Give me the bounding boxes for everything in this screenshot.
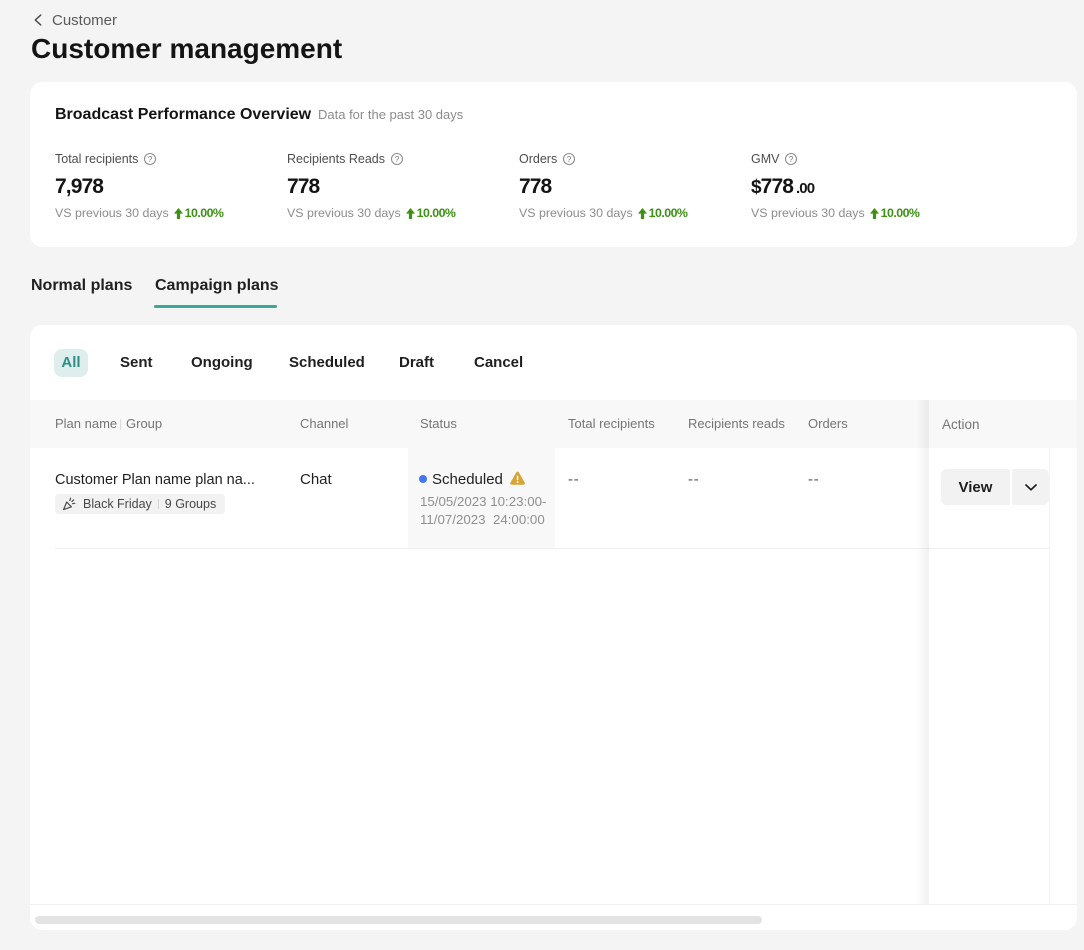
svg-text:?: ? <box>148 154 153 163</box>
svg-text:?: ? <box>567 154 572 163</box>
svg-text:?: ? <box>395 154 400 163</box>
svg-text:?: ? <box>789 154 794 163</box>
